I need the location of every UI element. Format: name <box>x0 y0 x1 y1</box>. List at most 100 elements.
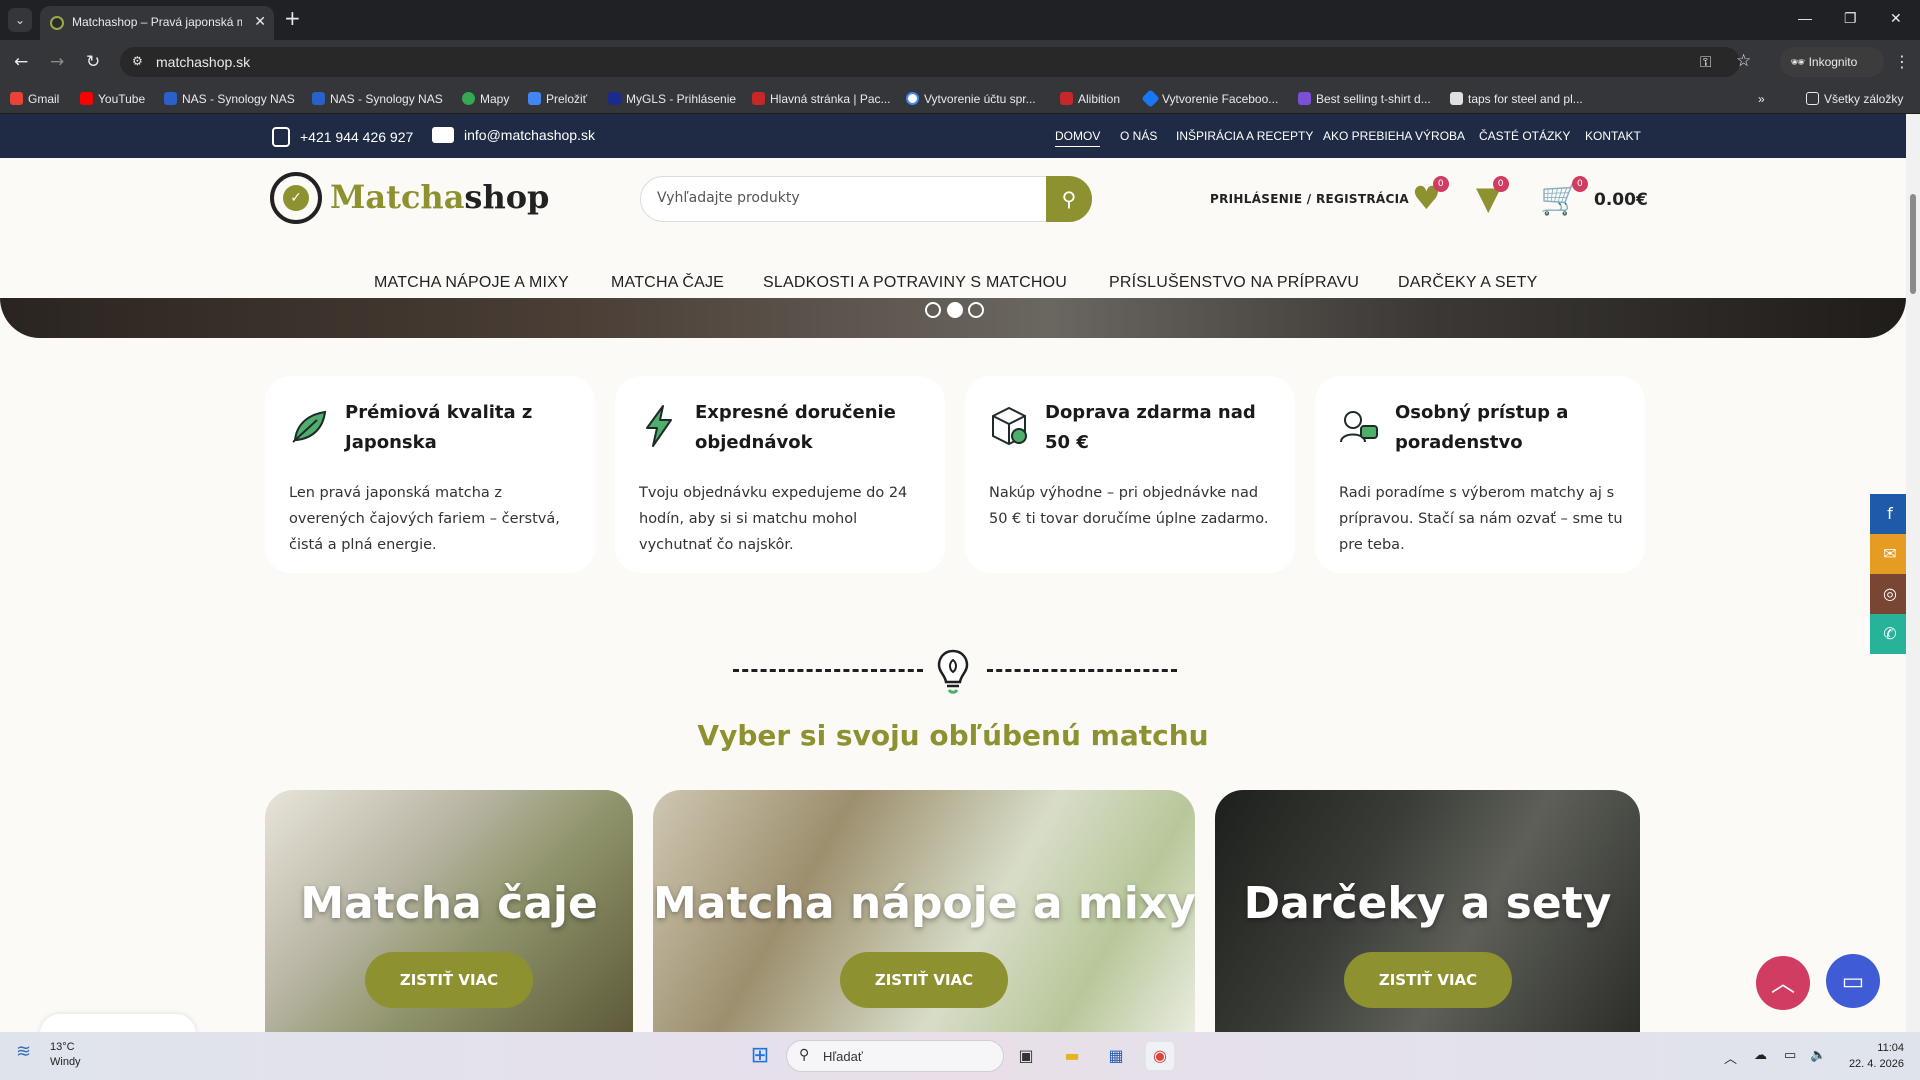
bookmark-prelozit[interactable]: Preložiť <box>528 92 587 106</box>
password-key-icon[interactable]: ⚿ <box>1700 53 1711 71</box>
wind-icon: ≋ <box>16 1041 32 1061</box>
close-window-button[interactable]: ✕ <box>1890 10 1902 27</box>
incognito-indicator[interactable]: 🕶 Inkognito <box>1780 47 1884 77</box>
gls-icon <box>608 92 621 105</box>
omnibox[interactable]: ⚙ matchashop.sk ⚿ <box>120 47 1740 77</box>
login-register-link[interactable]: PRIHLÁSENIE / REGISTRÁCIA <box>1210 192 1409 206</box>
bookmark-label: Mapy <box>480 92 510 106</box>
category-tile-napoje[interactable]: Matcha nápoje a mixy ZISTIŤ VIAC <box>653 790 1195 1032</box>
facebook-share-button[interactable]: f <box>1870 494 1906 534</box>
bookmark-packeta[interactable]: Hlavná stránka | Pac... <box>752 92 891 106</box>
slider-dot-1[interactable] <box>925 302 941 318</box>
file-explorer-icon[interactable]: ▬ <box>1058 1042 1086 1070</box>
bookmark-taps[interactable]: taps for steel and pl... <box>1450 92 1583 106</box>
chat-button[interactable]: ▭ <box>1826 954 1880 1008</box>
topnav-caste-otazky[interactable]: ČASTÉ OTÁZKY <box>1479 129 1570 143</box>
bookmark-facebook[interactable]: Vytvorenie Faceboo... <box>1141 89 1278 108</box>
bookmark-label: YouTube <box>98 92 146 106</box>
topnav-domov[interactable]: DOMOV <box>1055 129 1101 147</box>
all-bookmarks[interactable]: Všetky záložky <box>1806 92 1903 106</box>
new-tab-button[interactable]: + <box>284 8 301 28</box>
page-icon <box>1450 92 1463 105</box>
microsoft-store-icon[interactable]: ▦ <box>1102 1042 1130 1070</box>
page-scrollbar[interactable] <box>1906 114 1920 1032</box>
minimize-button[interactable]: — <box>1798 10 1812 26</box>
restore-button[interactable]: ❐ <box>1844 10 1857 27</box>
bookmark-gmail[interactable]: Gmail <box>10 92 59 106</box>
slider-dot-3[interactable] <box>968 302 984 318</box>
site-info-icon[interactable]: ⚙ <box>132 54 143 68</box>
search-input[interactable] <box>657 190 1037 206</box>
bookmark-mygls[interactable]: MyGLS - Prihlásenie <box>608 92 736 106</box>
whatsapp-icon: ✆ <box>1883 624 1897 643</box>
meta-icon <box>1141 89 1160 108</box>
windows-start-icon[interactable]: ⊞ <box>746 1042 774 1070</box>
bookmark-google-account[interactable]: Vytvorenie účtu spr... <box>906 92 1036 106</box>
taskbar-clock[interactable]: 11:04 22. 4. 2026 <box>1844 1040 1904 1072</box>
back-icon[interactable]: ← <box>14 52 28 72</box>
cart-button[interactable]: 🛒 0 <box>1540 176 1588 214</box>
topnav-vyroba[interactable]: AKO PREBIEHA VÝROBA <box>1323 129 1465 143</box>
more-bookmarks-icon[interactable]: » <box>1758 92 1765 106</box>
bookmark-star-icon[interactable]: ☆ <box>1736 51 1751 71</box>
volume-icon[interactable]: 🔈 <box>1810 1048 1826 1063</box>
site-header: ✓ Matchashop ⚲ PRIHLÁSENIE / REGISTRÁCIA… <box>0 158 1906 298</box>
search-icon: ⚲ <box>1061 187 1077 211</box>
category-tile-caje[interactable]: Matcha čaje ZISTIŤ VIAC <box>265 790 633 1032</box>
bookmark-label: Vytvorenie účtu spr... <box>924 92 1036 106</box>
email-link[interactable]: info@matchashop.sk <box>432 127 595 143</box>
wishlist-button[interactable]: ♥ 0 <box>1412 176 1449 214</box>
mainnav-sladkosti[interactable]: SLADKOSTI A POTRAVINY S MATCHOU <box>763 274 1067 292</box>
whatsapp-button[interactable]: ✆ <box>1870 614 1906 654</box>
mainnav-darceky[interactable]: DARČEKY A SETY <box>1398 274 1537 292</box>
bookmark-tshirt[interactable]: Best selling t-shirt d... <box>1298 92 1431 106</box>
bookmark-nas-1[interactable]: NAS - Synology NAS <box>164 92 295 106</box>
bookmark-youtube[interactable]: YouTube <box>80 92 145 106</box>
mainnav-caje[interactable]: MATCHA ČAJE <box>611 274 724 292</box>
bookmark-label: Preložiť <box>546 92 588 106</box>
cart-total[interactable]: 0.00€ <box>1594 190 1648 210</box>
topnav-inspiracia[interactable]: INŠPIRÁCIA A RECEPTY <box>1176 129 1313 143</box>
mainnav-napoje-mixy[interactable]: MATCHA NÁPOJE A MIXY <box>374 274 569 292</box>
tab-search-button[interactable]: ⌄ <box>8 8 32 32</box>
slider-dot-2[interactable] <box>947 302 963 318</box>
browser-menu-icon[interactable]: ⋮ <box>1894 52 1910 71</box>
category-button[interactable]: ZISTIŤ VIAC <box>365 952 533 1008</box>
phone-link[interactable]: +421 944 426 927 <box>272 127 413 147</box>
logo-text-part2: shop <box>464 178 550 216</box>
cookie-widget[interactable] <box>40 1014 196 1032</box>
category-tile-darceky[interactable]: Darčeky a sety ZISTIŤ VIAC <box>1215 790 1640 1032</box>
reload-icon[interactable]: ↻ <box>86 52 100 72</box>
category-button[interactable]: ZISTIŤ VIAC <box>840 952 1008 1008</box>
logo-text-part1: Matcha <box>330 178 465 216</box>
compare-button[interactable]: ▼ 0 <box>1476 176 1509 214</box>
weather-temp: 13°C <box>50 1041 75 1053</box>
taskbar-search[interactable]: ⚲ Hľadať <box>786 1040 1004 1072</box>
category-button[interactable]: ZISTIŤ VIAC <box>1344 952 1512 1008</box>
chrome-icon[interactable]: ◉ <box>1146 1042 1174 1070</box>
topnav-o-nas[interactable]: O NÁS <box>1120 129 1157 143</box>
instagram-icon: ◎ <box>1883 584 1897 603</box>
instagram-button[interactable]: ◎ <box>1870 574 1906 614</box>
address-bar-row: ← → ↻ ⚙ matchashop.sk ⚿ ☆ 🕶 Inkognito ⋮ <box>0 40 1920 84</box>
topnav-kontakt[interactable]: KONTAKT <box>1585 129 1641 143</box>
onedrive-cloud-icon[interactable]: ☁ <box>1754 1048 1767 1063</box>
scrollbar-thumb[interactable] <box>1910 194 1916 294</box>
tab-close-icon[interactable]: ✕ <box>254 14 266 30</box>
bookmark-nas-2[interactable]: NAS - Synology NAS <box>312 92 443 106</box>
forward-icon[interactable]: → <box>50 52 64 72</box>
clock-date: 22. 4. 2026 <box>1848 1058 1904 1070</box>
network-icon[interactable]: ▭ <box>1784 1048 1796 1063</box>
task-view-icon[interactable]: ▣ <box>1012 1042 1040 1070</box>
bookmark-alibition[interactable]: Alibition <box>1060 92 1120 106</box>
url-text[interactable]: matchashop.sk <box>156 54 250 70</box>
mainnav-prislusenstvo[interactable]: PRÍSLUŠENSTVO NA PRÍPRAVU <box>1109 274 1359 292</box>
bookmark-mapy[interactable]: Mapy <box>462 92 509 106</box>
search-button[interactable]: ⚲ <box>1046 176 1092 222</box>
browser-tab-active[interactable]: Matchashop – Pravá japonská matcha ✕ <box>40 6 274 40</box>
incognito-icon: 🕶 <box>1790 55 1806 69</box>
scroll-to-top-button[interactable]: ︿ <box>1756 956 1810 1010</box>
tray-overflow-icon[interactable]: ︿ <box>1724 1048 1737 1067</box>
email-share-button[interactable]: ✉ <box>1870 534 1906 574</box>
incognito-label: Inkognito <box>1808 55 1858 69</box>
